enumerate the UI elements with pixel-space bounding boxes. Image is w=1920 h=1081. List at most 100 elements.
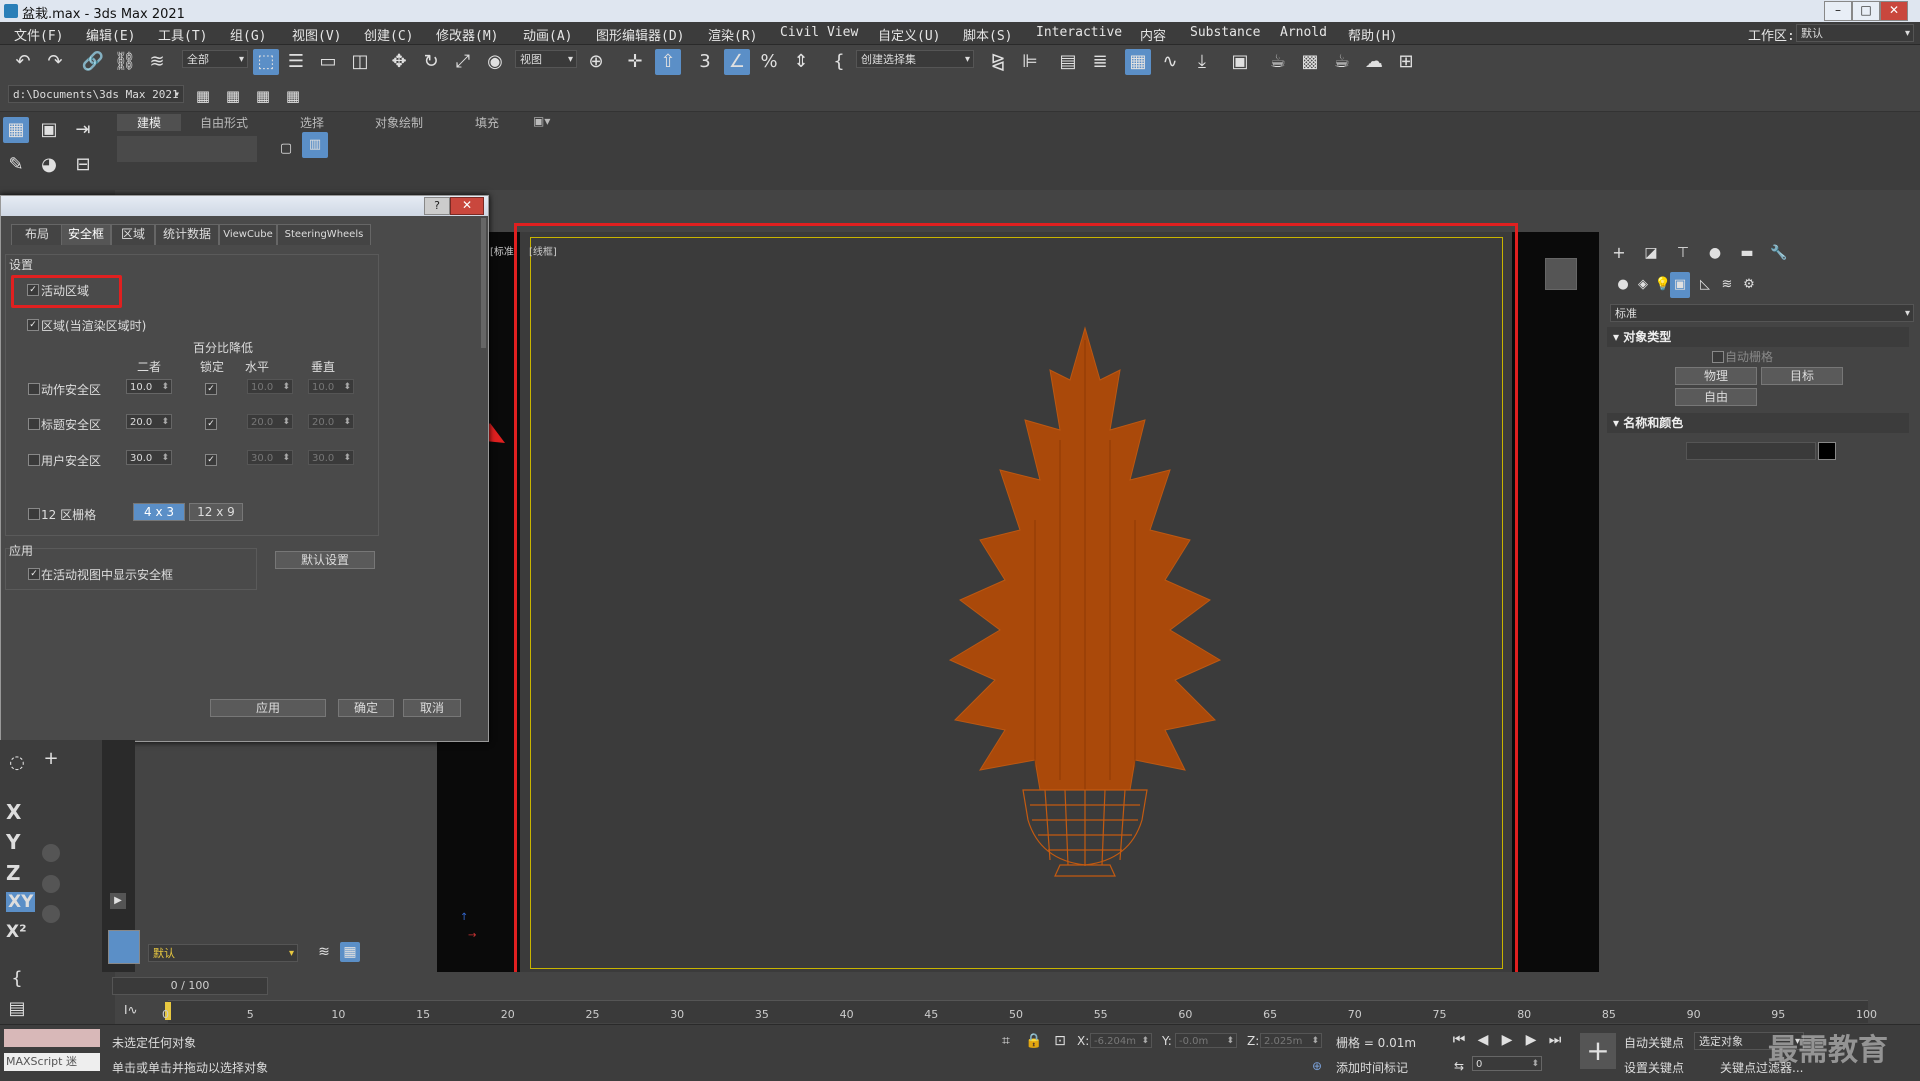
ribbon-tab-modeling[interactable]: 建模: [117, 114, 182, 131]
undo-icon[interactable]: ↶: [10, 49, 36, 75]
auto-key-button[interactable]: 自动关键点: [1624, 1034, 1684, 1051]
select-manipulate-icon[interactable]: ✛: [622, 49, 648, 75]
frame-slider[interactable]: 0 / 100: [112, 977, 268, 995]
ribbon-tool-icon[interactable]: ▢: [273, 136, 299, 162]
menu-view[interactable]: 视图(V): [292, 25, 341, 44]
ok-button[interactable]: 确定: [338, 699, 394, 717]
toggle-explorer-icon[interactable]: ⇥: [70, 117, 96, 143]
render-iterative-icon[interactable]: ☕: [1329, 49, 1355, 75]
project-new-icon[interactable]: ▦: [250, 83, 276, 109]
maxscript-listener[interactable]: [4, 1029, 100, 1047]
axis-y-button[interactable]: Y: [6, 830, 20, 854]
action-safe-h-spinner[interactable]: 10.0: [247, 379, 293, 395]
object-color-swatch[interactable]: [1818, 442, 1836, 460]
axis-x2-button[interactable]: X²: [6, 922, 27, 942]
hierarchy-tab-icon[interactable]: ⊤: [1670, 240, 1696, 266]
ribbon-options-icon[interactable]: ▣▾: [533, 114, 550, 128]
project-config-icon[interactable]: ▦: [280, 83, 306, 109]
menu-animation[interactable]: 动画(A): [523, 25, 572, 44]
isolate-icon[interactable]: ⌗: [996, 1031, 1016, 1051]
menu-content[interactable]: 内容: [1140, 25, 1166, 44]
utilities-tab-icon[interactable]: 🔧: [1766, 240, 1792, 266]
add-time-tag-label[interactable]: 添加时间标记: [1336, 1059, 1408, 1076]
object-name-input[interactable]: [1686, 442, 1816, 460]
curve-editor-icon[interactable]: ▦: [1125, 49, 1151, 75]
rotate-icon[interactable]: ↻: [418, 49, 444, 75]
z-coord-field[interactable]: 2.025m: [1260, 1033, 1322, 1049]
menu-substance[interactable]: Substance: [1190, 25, 1260, 40]
target-camera-button[interactable]: 目标: [1761, 367, 1843, 385]
user-safe-h-spinner[interactable]: 30.0: [247, 450, 293, 466]
layer-color-swatch[interactable]: [108, 930, 140, 964]
current-frame-field[interactable]: 0: [1472, 1056, 1542, 1072]
layer-dropdown[interactable]: 默认: [148, 944, 298, 963]
free-camera-button[interactable]: 自由: [1675, 388, 1757, 406]
menu-rendering[interactable]: 渲染(R): [708, 25, 757, 44]
key-mode-icon[interactable]: ⇆: [1446, 1053, 1472, 1079]
user-safe-lock-checkbox[interactable]: ✓: [205, 454, 217, 466]
project-path-dropdown[interactable]: d:\Documents\3ds Max 2021: [8, 85, 184, 104]
menu-arnold[interactable]: Arnold: [1280, 25, 1327, 40]
set-key-button[interactable]: 设置关键点: [1624, 1059, 1684, 1076]
menu-modifiers[interactable]: 修改器(M): [436, 25, 498, 44]
tab-regions[interactable]: 区域: [111, 224, 155, 245]
render-online-icon[interactable]: ⊞: [1393, 49, 1419, 75]
action-safe-checkbox[interactable]: [28, 383, 40, 395]
render-setup-icon[interactable]: ▣: [1227, 49, 1253, 75]
rollout-object-type[interactable]: ▾ 对象类型: [1607, 327, 1909, 347]
prev-frame-icon[interactable]: ◀: [1470, 1027, 1496, 1053]
region-select-icon[interactable]: ▭: [315, 49, 341, 75]
menu-group[interactable]: 组(G): [230, 25, 266, 44]
play-icon[interactable]: ▶: [1494, 1027, 1520, 1053]
show-in-active-checkbox[interactable]: ✓: [28, 568, 40, 580]
ribbon-tab-freeform[interactable]: 自由形式: [200, 114, 248, 131]
bind-spacewarp-icon[interactable]: ≋: [144, 49, 170, 75]
minimize-button[interactable]: –: [1824, 1, 1852, 21]
save-icon[interactable]: ▤: [4, 996, 30, 1022]
pivot-center-icon[interactable]: ⊕: [583, 49, 609, 75]
menu-customize[interactable]: 自定义(U): [878, 25, 940, 44]
goto-end-icon[interactable]: ⏭: [1542, 1027, 1568, 1053]
absolute-mode-icon[interactable]: ⊡: [1050, 1031, 1070, 1051]
project-open-icon[interactable]: ▦: [220, 83, 246, 109]
window-crossing-icon[interactable]: ◫: [347, 49, 373, 75]
menu-edit[interactable]: 编辑(E): [86, 25, 135, 44]
time-tag-icon[interactable]: ⊕: [1312, 1059, 1322, 1073]
lasso-icon[interactable]: ◌: [4, 750, 30, 776]
dialog-help-button[interactable]: ?: [424, 197, 450, 215]
apply-button[interactable]: 应用: [210, 699, 326, 717]
action-safe-v-spinner[interactable]: 10.0: [308, 379, 354, 395]
align-icon[interactable]: ⊫: [1017, 49, 1043, 75]
menu-scripting[interactable]: 脚本(S): [963, 25, 1012, 44]
create-tab-icon[interactable]: +: [1606, 240, 1632, 266]
named-selection-dropdown[interactable]: 创建选择集: [856, 50, 974, 69]
object-category-dropdown[interactable]: 标准: [1610, 304, 1914, 323]
y-coord-field[interactable]: -0.0m: [1175, 1033, 1237, 1049]
layer-explorer-icon[interactable]: ▤: [1055, 49, 1081, 75]
tab-steeringwheels[interactable]: SteeringWheels: [277, 224, 371, 245]
ribbon-tab-selection[interactable]: 选择: [300, 114, 324, 131]
menu-civil-view[interactable]: Civil View: [780, 25, 858, 40]
dialog-scrollbar[interactable]: [481, 218, 486, 348]
brush-icon[interactable]: ◕: [36, 152, 62, 178]
action-safe-both-spinner[interactable]: 10.0: [126, 379, 172, 395]
schematic-view-icon[interactable]: ∿: [1157, 49, 1183, 75]
render-frame-icon[interactable]: ☕: [1265, 49, 1291, 75]
reference-coord-dropdown[interactable]: 视图: [515, 50, 577, 69]
layer-toggle-icon[interactable]: ▦: [340, 942, 360, 962]
script-brace-icon[interactable]: {: [4, 966, 30, 992]
viewport-layout-icon[interactable]: ▣: [36, 117, 62, 143]
snap-plus-icon[interactable]: +: [38, 746, 64, 772]
menu-help[interactable]: 帮助(H): [1348, 25, 1397, 44]
dialog-close-button[interactable]: ✕: [450, 197, 484, 215]
render-production-icon[interactable]: ▩: [1297, 49, 1323, 75]
title-safe-h-spinner[interactable]: 20.0: [247, 414, 293, 430]
title-safe-v-spinner[interactable]: 20.0: [308, 414, 354, 430]
redo-icon[interactable]: ↷: [42, 49, 68, 75]
angle-snap-icon[interactable]: ∠: [724, 49, 750, 75]
axis-x-button[interactable]: X: [6, 800, 21, 824]
unlink-icon[interactable]: ⛓: [112, 49, 138, 75]
snap-toggle-icon[interactable]: 3: [692, 49, 718, 75]
ribbon-edit-poly-icon[interactable]: ▥: [302, 132, 328, 158]
edit-named-sel-icon[interactable]: {: [826, 49, 852, 75]
